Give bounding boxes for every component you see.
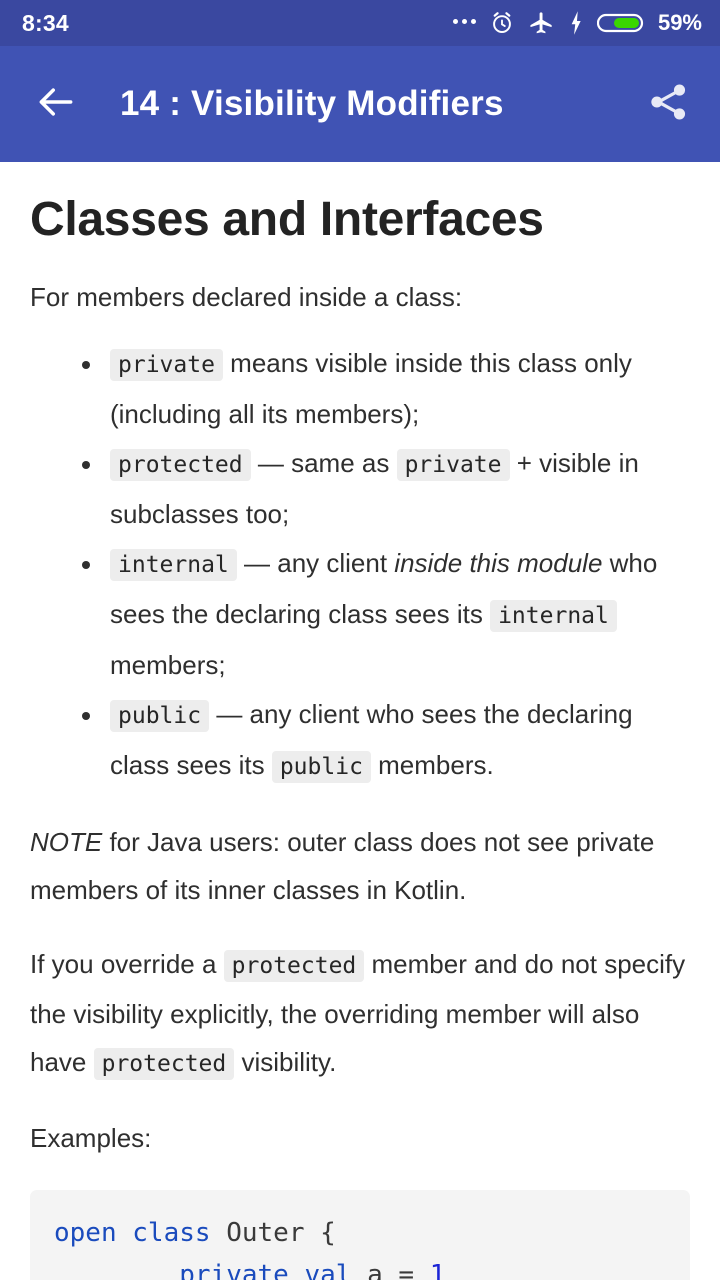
status-bar: 8:34 59% xyxy=(0,0,720,46)
examples-label: Examples: xyxy=(30,1123,152,1154)
list-item: private means visible inside this class … xyxy=(82,339,690,439)
visibility-modifier-list: private means visible inside this class … xyxy=(30,339,690,792)
inline-code: public xyxy=(110,700,210,733)
back-button[interactable] xyxy=(30,78,82,130)
code-token: Outer { xyxy=(210,1218,336,1249)
inline-code: protected xyxy=(110,449,251,482)
page-title: 14 : Visibility Modifiers xyxy=(120,84,504,123)
list-item: internal — any client inside this module… xyxy=(82,539,690,690)
app-screen: 8:34 59% 14: Visibility Modifiers Class… xyxy=(0,0,720,1280)
inline-code: internal xyxy=(110,549,237,582)
list-item: public — any client who sees the declari… xyxy=(82,690,690,792)
article-heading: Classes and Interfaces xyxy=(30,193,544,246)
code-token: 1 xyxy=(429,1260,446,1280)
code-token: a = xyxy=(351,1260,430,1280)
code-token: open class xyxy=(54,1218,211,1249)
override-paragraph: If you override a protected member and d… xyxy=(30,940,690,1088)
inline-code: internal xyxy=(490,600,617,633)
charging-bolt-icon xyxy=(568,10,584,36)
inline-code: protected xyxy=(93,1048,235,1081)
code-token: private val xyxy=(179,1260,352,1280)
more-dots-icon xyxy=(452,19,476,27)
battery-icon xyxy=(596,11,645,35)
airplane-mode-icon xyxy=(528,10,555,37)
alarm-clock-icon xyxy=(489,10,515,36)
status-icons: 59% xyxy=(452,10,702,37)
inline-code: public xyxy=(271,751,371,784)
share-button[interactable] xyxy=(642,78,694,130)
battery-percent-label: 59% xyxy=(657,10,702,35)
intro-paragraph: For members declared inside a class: xyxy=(30,282,463,313)
status-time: 8:34 xyxy=(22,9,69,36)
emphasis-text: NOTE xyxy=(30,827,103,858)
article-content: Classes and Interfaces For members decla… xyxy=(0,192,720,1280)
inline-code: private xyxy=(110,349,223,382)
app-bar: 14 : Visibility Modifiers xyxy=(0,46,720,162)
emphasis-text: inside this module xyxy=(394,548,603,579)
inline-code: private xyxy=(396,449,510,482)
inline-code: protected xyxy=(223,950,365,983)
list-item: protected — same as private + visible in… xyxy=(82,439,690,539)
code-block: open class Outer { private val a = 1 pro… xyxy=(30,1190,690,1280)
share-icon xyxy=(645,79,691,130)
note-paragraph: NOTE for Java users: outer class does no… xyxy=(30,827,655,906)
arrow-left-icon xyxy=(34,80,78,129)
